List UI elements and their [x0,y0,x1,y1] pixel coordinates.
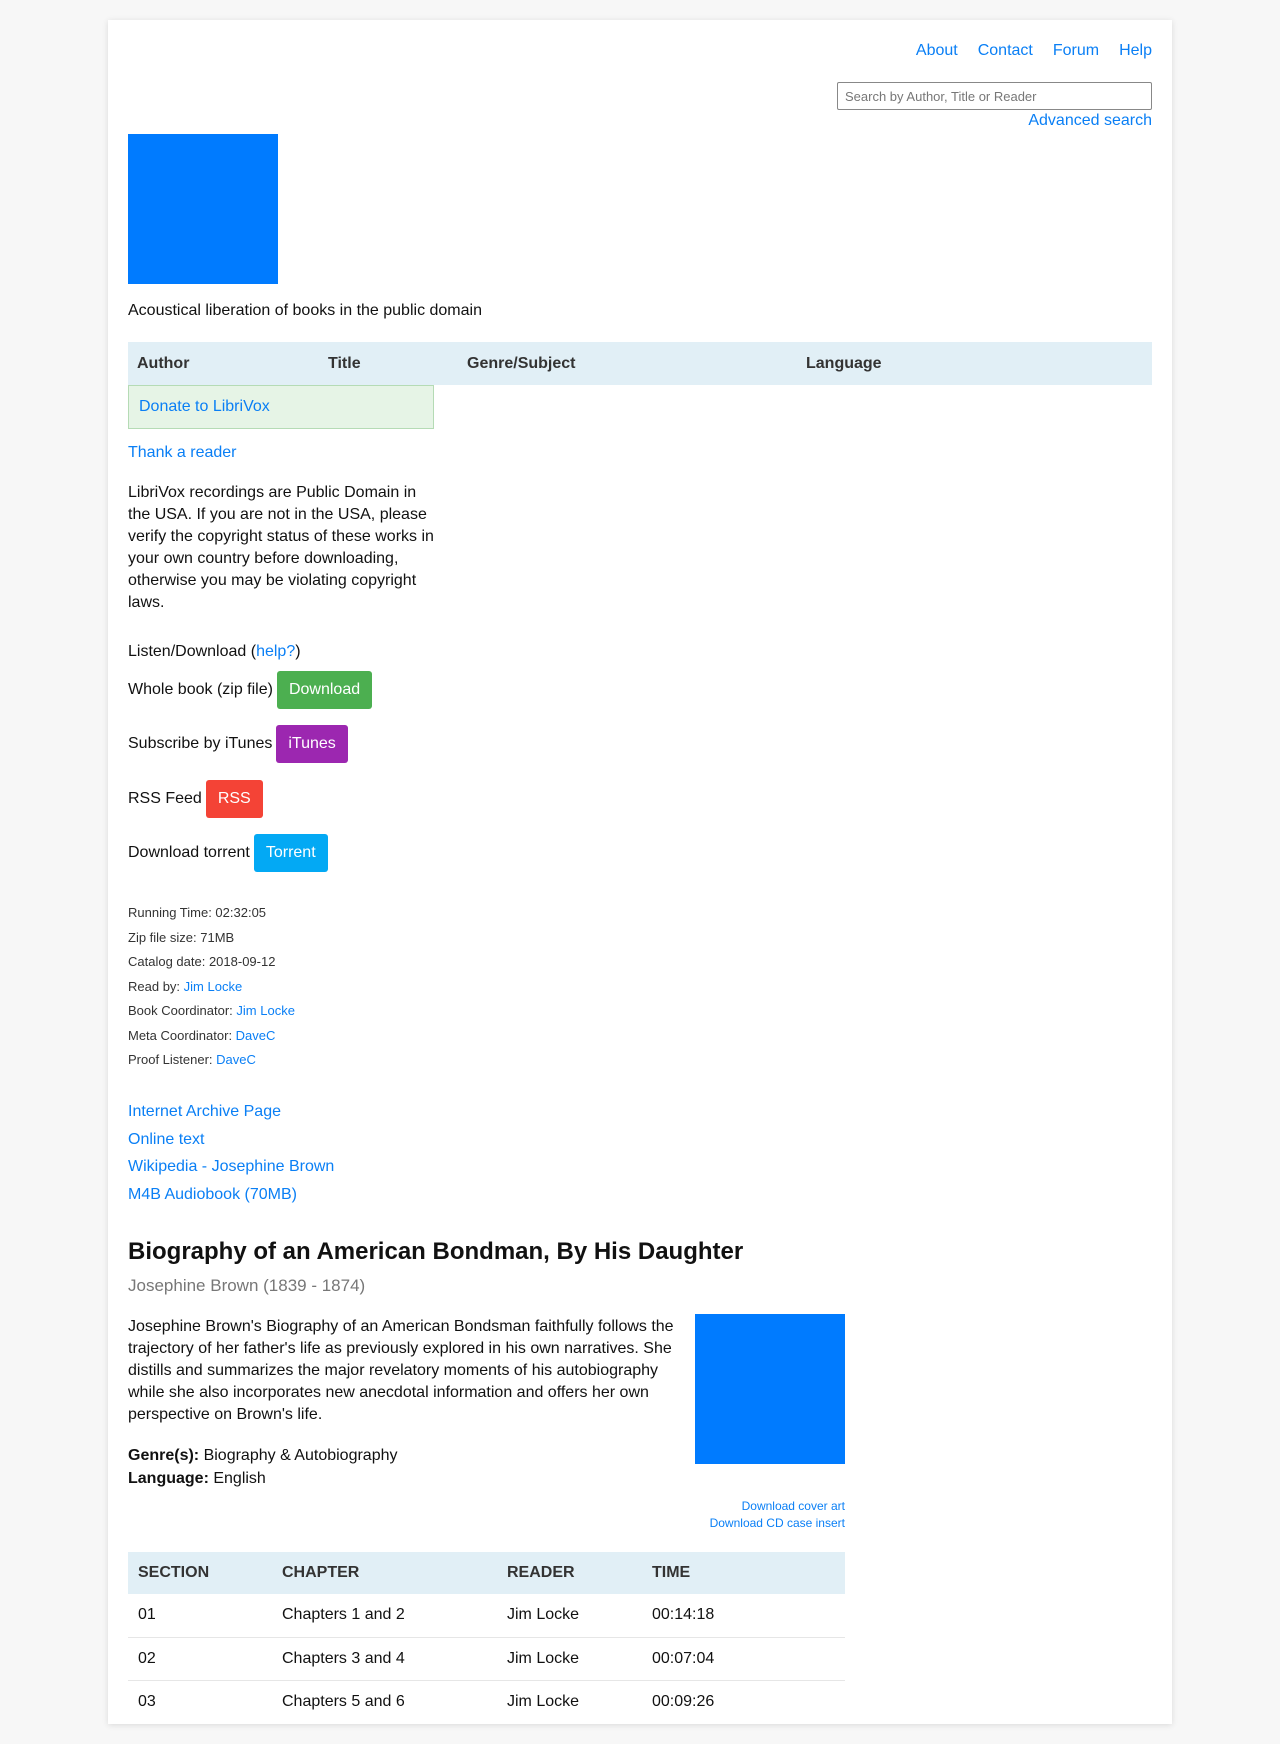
download-cd-insert-link[interactable]: Download CD case insert [128,1515,845,1532]
reader-name[interactable]: Jim Locke [497,1637,642,1681]
top-nav: About Contact Forum Help [916,42,1152,60]
book-coordinator-row: Book Coordinator: Jim Locke [128,999,295,1024]
section-time: 00:09:26 [652,1692,715,1710]
section-number: 03 [138,1692,156,1710]
book-metadata: Running Time: 02:32:05 Zip file size: 71… [128,901,295,1073]
nav-contact-link[interactable]: Contact [978,42,1033,60]
thank-reader-link[interactable]: Thank a reader [128,444,237,462]
nav-help-link[interactable]: Help [1119,42,1152,60]
torrent-button[interactable]: Torrent [253,834,328,872]
genre-label: Genre(s): [128,1447,200,1464]
section-number: 01 [128,1594,272,1638]
table-header-row: SECTION CHAPTER READER TIME [128,1552,845,1594]
book-cover-image [695,1314,845,1464]
table-row: 01 Chapters 1 and 2 Jim Locke 00:14:18 [128,1594,845,1638]
search-input[interactable] [837,82,1152,110]
table-row: 03 Chapters 5 and 6 Jim Locke 00:09:26 [128,1680,845,1723]
chapter-link[interactable]: Chapters 1 and 2 [272,1594,497,1638]
table-row: 02 Chapters 3 and 4 Jim Locke 00:07:04 [128,1637,845,1681]
internet-archive-link[interactable]: Internet Archive Page [128,1098,334,1126]
section-time: 00:07:04 [642,1637,845,1681]
proof-listener-link[interactable]: DaveC [216,1052,256,1067]
column-header-time: TIME [642,1552,845,1594]
language-row: Language: English [128,1467,398,1490]
book-genre-language: Genre(s): Biography & Autobiography Lang… [128,1444,398,1490]
external-links: Internet Archive Page Online text Wikipe… [128,1098,334,1208]
proof-listener-label: Proof Listener: [128,1052,217,1067]
browse-language-tab[interactable]: Language [806,355,882,373]
book-title: Biography of an American Bondman, By His… [128,1238,744,1265]
sections-table: SECTION CHAPTER READER TIME 01 Chapters … [128,1552,845,1723]
copyright-notice: LibriVox recordings are Public Domain in… [128,484,434,611]
reader-name[interactable]: Jim Locke [497,1680,642,1723]
language-label: Language: [128,1470,209,1487]
meta-coordinator-link[interactable]: DaveC [236,1028,276,1043]
browse-author-tab[interactable]: Author [137,355,189,373]
advanced-search-link[interactable]: Advanced search [1028,112,1152,130]
rss-button[interactable]: RSS [205,780,263,818]
browse-menubar: Author Title Genre/Subject Language [128,342,1152,385]
nav-forum-link[interactable]: Forum [1053,42,1099,60]
running-time: Running Time: 02:32:05 [128,905,267,920]
book-author: Josephine Brown (1839 - 1874) [128,1276,366,1295]
cover-art-links: Download cover art Download CD case inse… [128,1498,845,1532]
catalog-date: Catalog date: 2018-09-12 [128,954,276,969]
section-number: 02 [128,1637,272,1681]
listen-suffix: ) [295,643,301,660]
chapter-link[interactable]: Chapters 3 and 4 [272,1637,497,1681]
reader-name[interactable]: Jim Locke [497,1594,642,1638]
column-header-chapter: CHAPTER [272,1552,497,1594]
book-coordinator-label: Book Coordinator: [128,1003,237,1018]
listen-help-link[interactable]: help? [256,643,295,660]
column-header-reader: READER [497,1552,642,1594]
listen-download-heading: Listen/Download (help?) [128,643,301,661]
book-coordinator-link[interactable]: Jim Locke [236,1003,295,1018]
torrent-label: Download torrent [128,844,250,861]
meta-coordinator-row: Meta Coordinator: DaveC [128,1024,295,1049]
read-by-label: Read by: [128,978,184,994]
rss-row: RSS Feed RSS [128,780,263,818]
wikipedia-link[interactable]: Wikipedia - Josephine Brown [128,1153,334,1181]
site-tagline: Acoustical liberation of books in the pu… [128,302,482,319]
page-container: About Contact Forum Help Advanced search… [108,20,1172,1724]
chapter-link[interactable]: Chapters 5 and 6 [272,1680,497,1723]
itunes-label: Subscribe by iTunes [128,735,273,752]
download-zip-button[interactable]: Download [276,671,373,709]
torrent-row: Download torrent Torrent [128,834,328,872]
itunes-button[interactable]: iTunes [276,725,348,763]
language-value: English [213,1470,266,1487]
browse-title-tab[interactable]: Title [328,355,361,373]
listen-prefix: Listen/Download ( [128,643,257,660]
nav-about-link[interactable]: About [916,42,958,60]
zip-size: Zip file size: 71MB [128,929,235,945]
online-text-link[interactable]: Online text [128,1126,334,1154]
m4b-audiobook-link[interactable]: M4B Audiobook (70MB) [128,1181,334,1209]
genre-row: Genre(s): Biography & Autobiography [128,1444,398,1467]
read-by-row: Read by: Jim Locke [128,975,295,1000]
book-description: Josephine Brown's Biography of an Americ… [128,1318,674,1423]
reader-link[interactable]: Jim Locke [184,979,243,994]
donate-box: Donate to LibriVox [128,385,434,429]
site-logo[interactable] [128,134,278,284]
donate-link[interactable]: Donate to LibriVox [139,398,270,416]
section-time: 00:14:18 [642,1594,845,1638]
browse-genre-tab[interactable]: Genre/Subject [467,355,575,373]
zip-download-row: Whole book (zip file) Download [128,671,373,709]
column-header-section: SECTION [128,1552,272,1594]
download-cover-art-link[interactable]: Download cover art [128,1498,845,1515]
proof-listener-row: Proof Listener: DaveC [128,1048,295,1073]
genre-value: Biography & Autobiography [203,1447,398,1464]
zip-download-label: Whole book (zip file) [128,681,273,698]
itunes-row: Subscribe by iTunes iTunes [128,725,348,763]
rss-label: RSS Feed [128,790,202,807]
meta-coordinator-label: Meta Coordinator: [128,1027,236,1043]
